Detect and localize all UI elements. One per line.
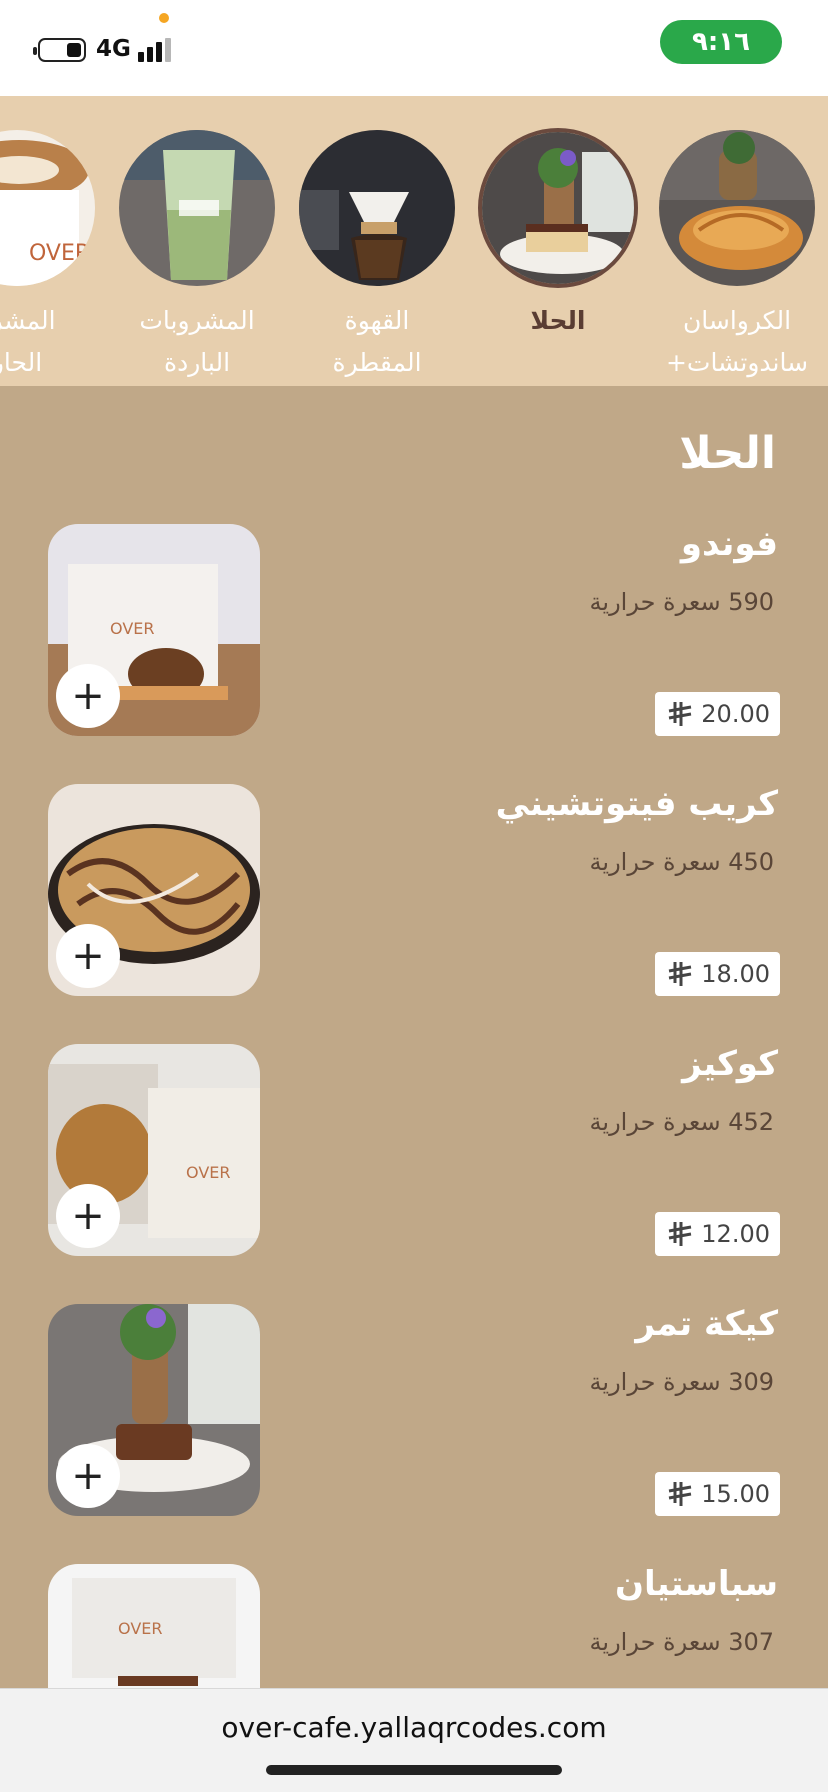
category-hot-drinks[interactable]: OVER المشرو الحار [0,128,102,384]
status-bar: 4G ٩:١٦ [0,0,828,96]
price-value: 15.00 [701,1480,770,1508]
section-title: الحلا [679,428,776,479]
item-name: كوكيز [682,1044,778,1084]
riyal-icon [669,962,692,986]
category-label: القهوة المقطرة [332,306,422,377]
category-label: الحلا [530,306,586,335]
cookies-photo-icon: OVER + [48,1044,260,1256]
menu-item[interactable]: OVER + فوندو 590 سعرة حرارية 20.00 [0,524,828,738]
menu-item[interactable]: OVER + كوكيز 452 سعرة حرارية 12.00 [0,1044,828,1258]
item-price: 12.00 [655,1212,780,1256]
category-strip[interactable]: الكرواسان +ساندوتشات الحلا القهوة المقطر… [0,96,828,386]
svg-text:OVER: OVER [110,619,154,638]
add-to-cart-button[interactable]: + [56,1444,120,1508]
signal-icon [138,38,178,62]
url-text[interactable]: over-cafe.yallaqrcodes.com [0,1711,828,1744]
svg-text:OVER: OVER [186,1163,230,1182]
iced-drink-photo-icon [117,128,277,288]
item-name: كيكة تمر [635,1304,778,1344]
svg-text:OVER: OVER [118,1619,162,1638]
latte-photo-icon: OVER [0,128,97,288]
privacy-indicator-icon [159,13,169,23]
item-calories: 590 سعرة حرارية [589,588,774,616]
category-iced-drinks[interactable]: المشروبات الباردة [112,128,282,384]
item-calories: 307 سعرة حرارية [589,1628,774,1656]
status-time: ٩:١٦ [660,20,782,64]
item-calories: 450 سعرة حرارية [589,848,774,876]
price-value: 12.00 [701,1220,770,1248]
item-price: 18.00 [655,952,780,996]
add-to-cart-button[interactable]: + [56,664,120,728]
browser-url-bar[interactable]: over-cafe.yallaqrcodes.com [0,1688,828,1792]
date-cake-photo-icon: + [48,1304,260,1516]
riyal-icon [669,702,692,726]
item-name: كريب فيتوتشيني [495,784,778,824]
item-name: فوندو [680,524,778,564]
menu-item[interactable]: + كيكة تمر 309 سعرة حرارية 15.00 [0,1304,828,1518]
sebastian-photo-icon: OVER [48,1564,260,1688]
home-indicator[interactable] [266,1765,562,1775]
crepe-photo-icon: + [48,784,260,996]
category-croissant[interactable]: الكرواسان +ساندوتشات [652,128,822,384]
category-label: الكرواسان +ساندوتشات [665,306,809,377]
price-value: 18.00 [701,960,770,988]
add-to-cart-button[interactable]: + [56,924,120,988]
battery-icon [33,38,86,62]
croissant-photo-icon [657,128,817,288]
item-price: 20.00 [655,692,780,736]
category-label: المشرو الحار [0,306,56,377]
menu-item[interactable]: OVER سباستيان 307 سعرة حرارية [0,1564,828,1688]
category-drip-coffee[interactable]: القهوة المقطرة [292,128,462,384]
riyal-icon [669,1482,692,1506]
price-value: 20.00 [701,700,770,728]
drip-coffee-photo-icon [297,128,457,288]
item-calories: 452 سعرة حرارية [589,1108,774,1136]
riyal-icon [669,1222,692,1246]
item-price: 15.00 [655,1472,780,1516]
network-type: 4G [96,36,131,62]
category-dessert[interactable]: الحلا [473,128,643,342]
category-label: المشروبات الباردة [139,306,255,377]
menu-item[interactable]: + كريب فيتوتشيني 450 سعرة حرارية 18.00 [0,784,828,998]
dessert-photo-icon [478,128,638,288]
add-to-cart-button[interactable]: + [56,1184,120,1248]
item-name: سباستيان [614,1564,778,1604]
svg-text:OVER: OVER [29,241,90,266]
item-calories: 309 سعرة حرارية [589,1368,774,1396]
fondue-photo-icon: OVER + [48,524,260,736]
